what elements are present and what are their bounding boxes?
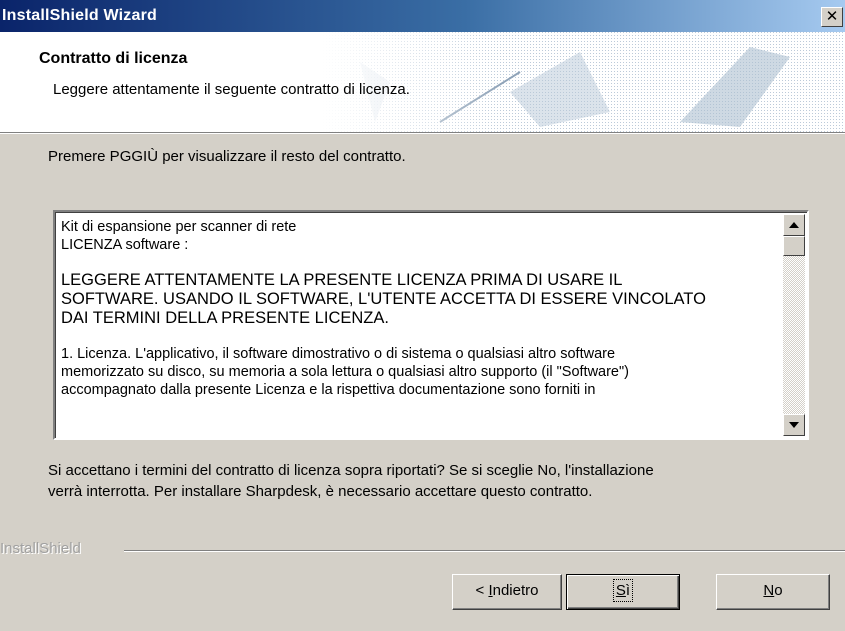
scroll-down-button[interactable] — [783, 414, 805, 436]
installshield-branding: InstallShield — [0, 540, 81, 557]
close-button[interactable]: ✕ — [821, 7, 843, 27]
yes-button[interactable]: Sì — [566, 574, 680, 610]
window-title: InstallShield Wizard — [2, 7, 157, 24]
back-button-label: < Indietro — [475, 582, 539, 599]
license-line: DAI TERMINI DELLA PRESENTE LICENZA. — [61, 309, 389, 327]
arrow-up-icon — [789, 222, 799, 228]
scroll-thumb[interactable] — [783, 236, 805, 256]
license-textbox[interactable]: Kit di espansione per scanner di rete LI… — [53, 210, 809, 440]
back-button[interactable]: < Indietro — [452, 574, 562, 610]
title-bar: InstallShield Wizard ✕ — [0, 0, 845, 32]
scroll-up-button[interactable] — [783, 214, 805, 236]
page-title: Contratto di licenza — [39, 50, 188, 67]
license-line: LEGGERE ATTENTAMENTE LA PRESENTE LICENZA… — [61, 271, 623, 289]
no-button-label: No — [763, 582, 783, 599]
yes-button-label: Sì — [612, 579, 634, 602]
license-text: Kit di espansione per scanner di rete LI… — [61, 218, 781, 434]
header-banner: Contratto di licenza Leggere attentament… — [0, 32, 845, 133]
question-line: verrà interrotta. Per installare Sharpde… — [48, 483, 593, 500]
instruction-text: Premere PGGIÙ per visualizzare il resto … — [48, 148, 406, 165]
header-divider — [0, 133, 845, 134]
license-line: SOFTWARE. USANDO IL SOFTWARE, L'UTENTE A… — [61, 290, 706, 308]
license-scrollbar[interactable] — [783, 214, 805, 436]
license-line: 1. Licenza. L'applicativo, il software d… — [61, 346, 616, 362]
license-line: LICENZA software : — [61, 237, 189, 253]
license-line: memorizzato su disco, su memoria a sola … — [61, 364, 629, 380]
license-line: Kit di espansione per scanner di rete — [61, 219, 297, 235]
question-line: Si accettano i termini del contratto di … — [48, 462, 654, 479]
branding-divider — [124, 550, 845, 551]
no-button[interactable]: No — [716, 574, 830, 610]
arrow-down-icon — [789, 422, 799, 428]
license-line: accompagnato dalla presente Licenza e la… — [61, 382, 596, 398]
page-subtitle: Leggere attentamente il seguente contrat… — [53, 81, 410, 98]
accept-question: Si accettano i termini del contratto di … — [48, 460, 808, 502]
close-icon: ✕ — [825, 8, 839, 25]
